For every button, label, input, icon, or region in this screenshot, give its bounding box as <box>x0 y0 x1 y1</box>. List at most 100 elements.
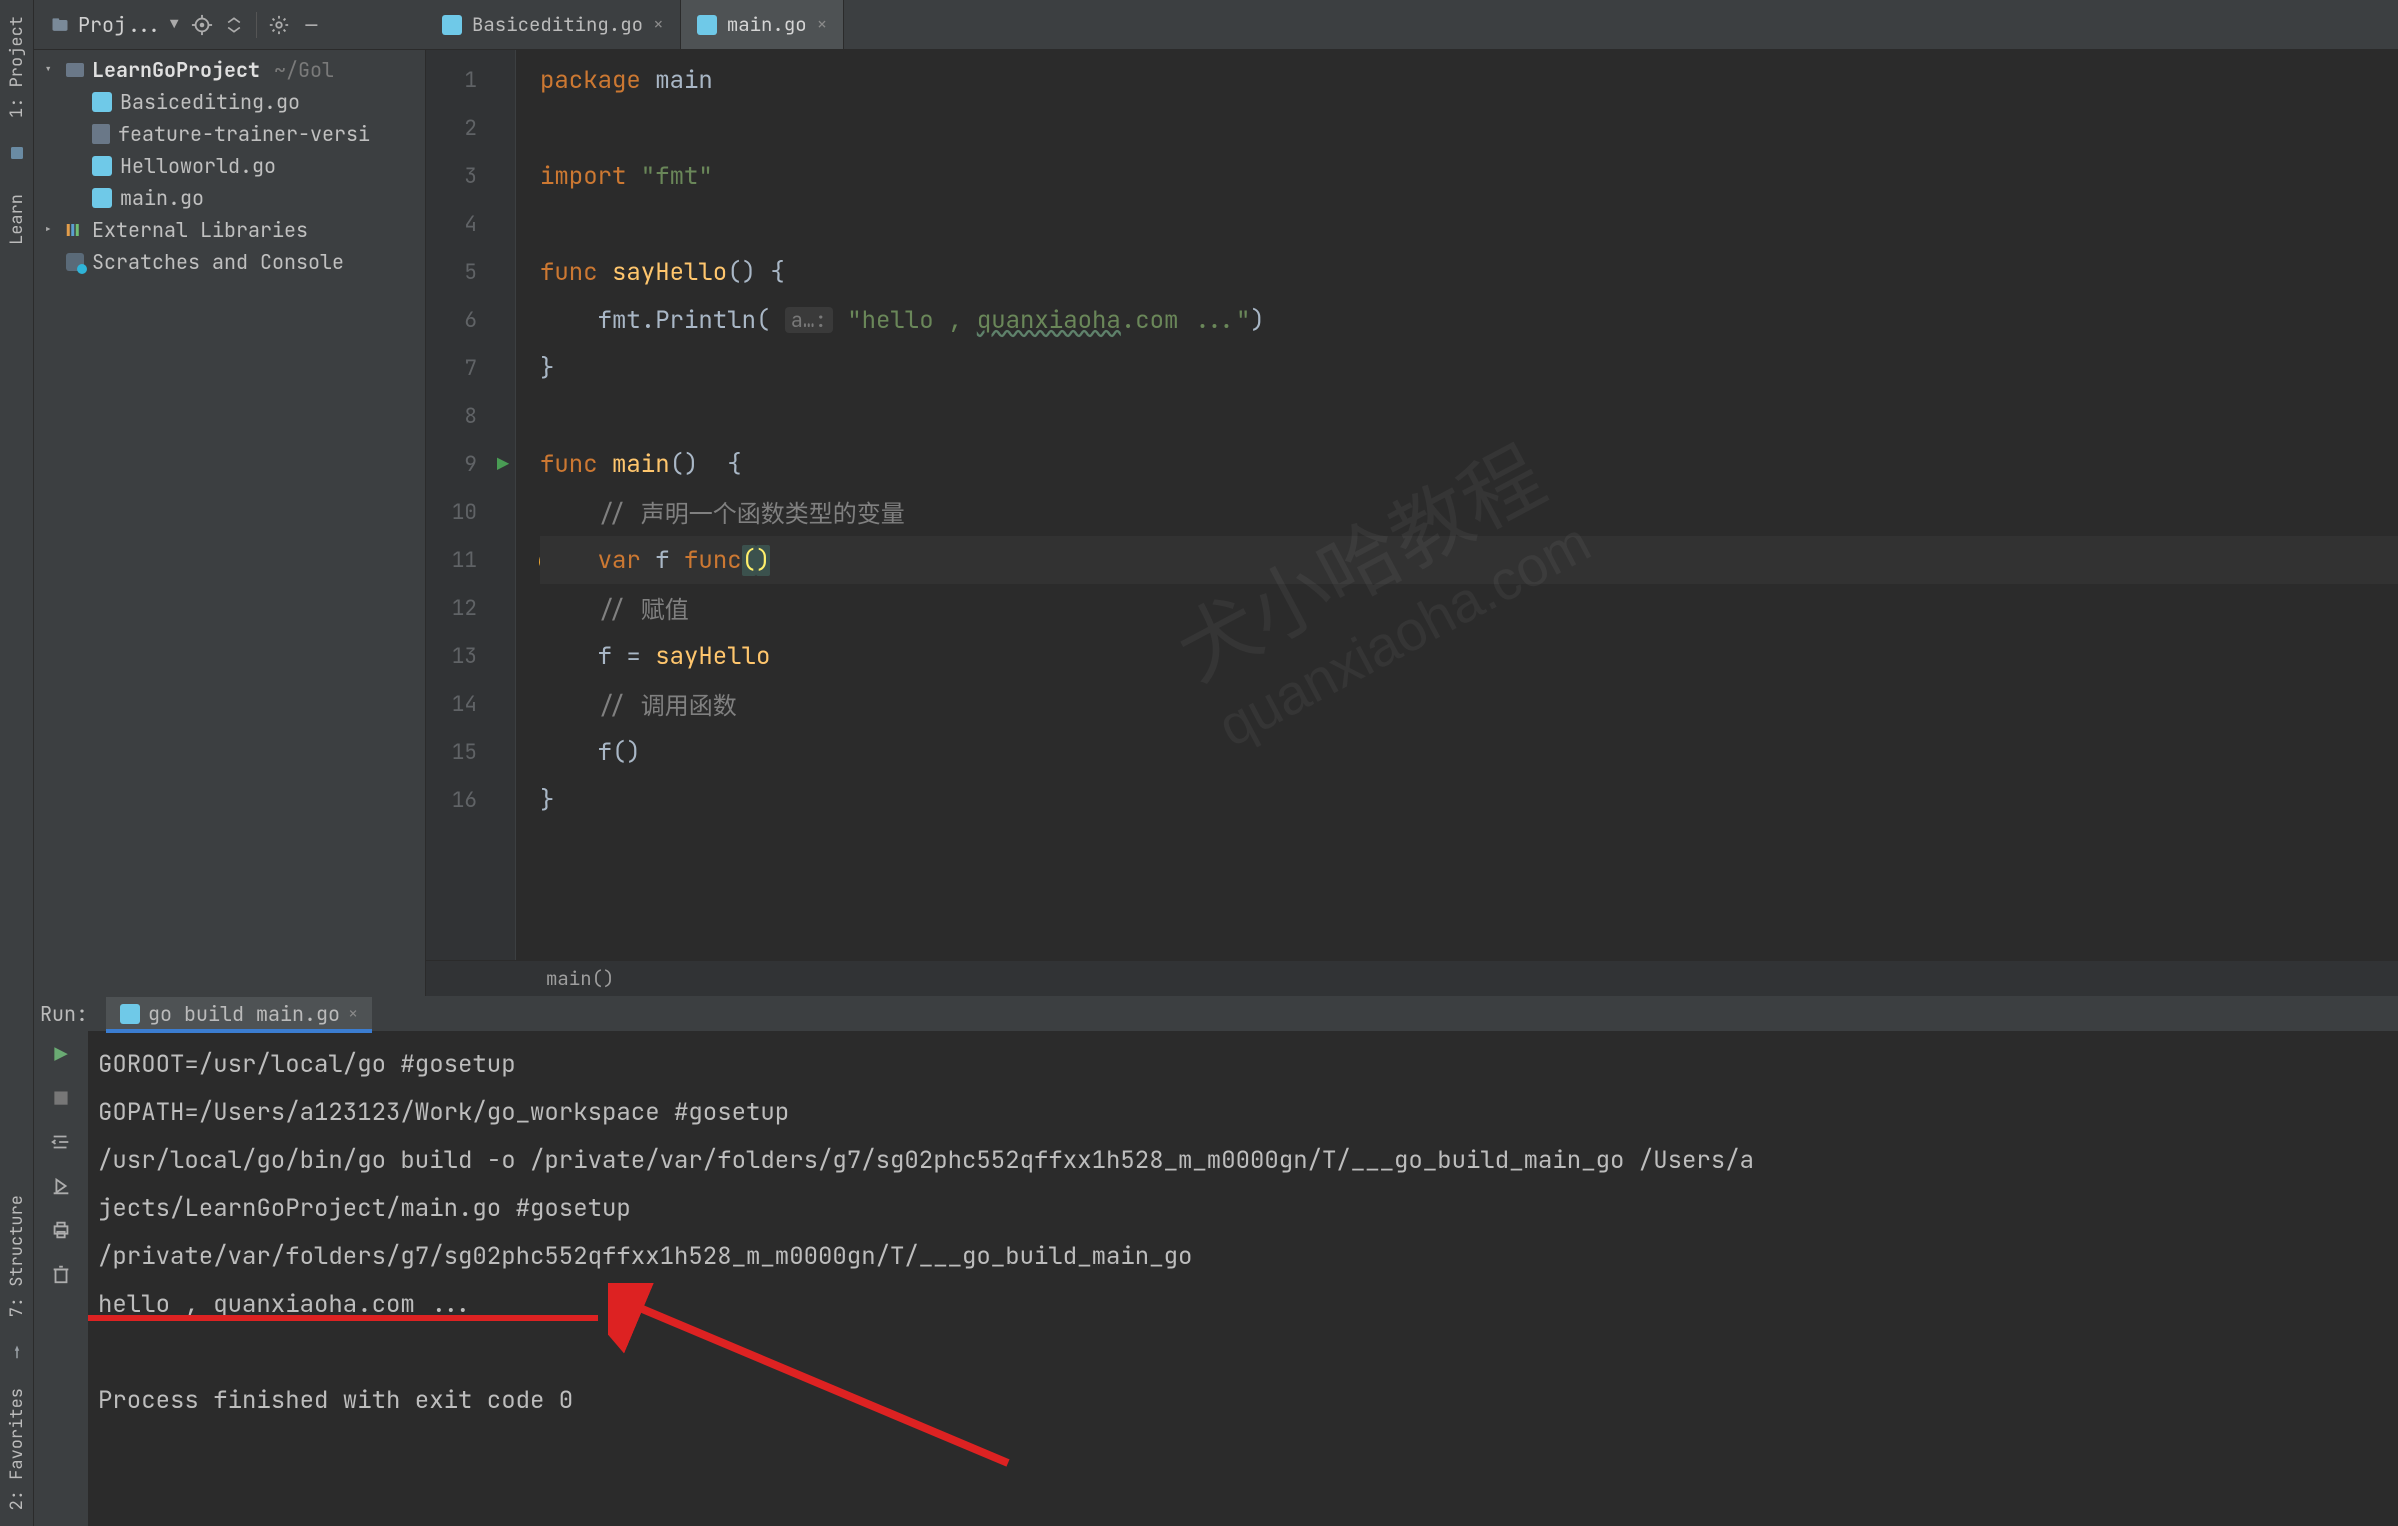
tree-file[interactable]: feature-trainer-versi <box>34 118 425 150</box>
project-view-combo[interactable]: Proj... ▼ <box>42 8 186 42</box>
code-line <box>540 200 2398 248</box>
gutter-line: 5 <box>426 248 515 296</box>
code-area[interactable]: package main import "fmt" func sayHello(… <box>516 50 2398 960</box>
chevron-down-icon: ▾ <box>44 61 58 79</box>
toolwindow-tab-structure[interactable]: 7: Structure <box>2 1179 32 1333</box>
toolwindow-tab-label: 2: Favorites <box>6 1388 28 1510</box>
run-panel-header: Run: go build main.go × <box>34 997 2398 1031</box>
project-path: ~/Gol <box>274 57 334 83</box>
breadcrumb[interactable]: main() <box>426 960 2398 996</box>
locate-button[interactable] <box>186 9 218 41</box>
scratch-icon <box>66 253 84 271</box>
project-toolbar: Proj... ▼ — <box>34 0 426 50</box>
gopher-icon <box>442 15 462 35</box>
close-icon[interactable]: × <box>817 13 828 36</box>
gutter-line: 4 <box>426 200 515 248</box>
tab-label: Basicediting.go <box>472 12 643 37</box>
toolwindow-tab-project[interactable]: 1: Project <box>2 0 32 134</box>
expand-all-button[interactable] <box>218 9 250 41</box>
soft-wrap-button[interactable] <box>46 1127 76 1157</box>
code-line: f() <box>540 728 2398 776</box>
file-label: main.go <box>120 185 204 211</box>
breadcrumb-item[interactable]: main() <box>546 966 614 991</box>
project-icon <box>50 15 70 35</box>
code-line <box>540 392 2398 440</box>
separator <box>256 12 257 38</box>
chevron-right-icon: ▸ <box>44 221 58 239</box>
code-line: func sayHello() { <box>540 248 2398 296</box>
print-button[interactable] <box>46 1215 76 1245</box>
code-line: func main() { <box>540 440 2398 488</box>
run-output[interactable]: GOROOT=/usr/local/go #gosetup GOPATH=/Us… <box>88 1031 2398 1526</box>
editor: 1 2 3 4 5 6 7 8 9▶ 10 11 12 13 14 <box>426 50 2398 996</box>
file-label: Basicediting.go <box>120 89 300 115</box>
gutter-line: 11 <box>426 536 515 584</box>
minimize-button[interactable]: — <box>295 9 327 41</box>
code-line: } <box>540 776 2398 824</box>
file-label: Helloworld.go <box>120 153 276 179</box>
rerun-button[interactable]: ▶ <box>46 1039 76 1069</box>
minimize-label: — <box>305 12 317 38</box>
code-line: // 调用函数 <box>540 680 2398 728</box>
gutter-line: 16 <box>426 776 515 824</box>
gopher-icon <box>697 15 717 35</box>
toolwindow-tab-pin-icon[interactable] <box>8 1334 26 1372</box>
run-config-tab[interactable]: go build main.go × <box>106 997 372 1031</box>
scratches-and-consoles[interactable]: Scratches and Console <box>34 246 425 278</box>
tree-file[interactable]: Helloworld.go <box>34 150 425 182</box>
close-icon[interactable]: × <box>348 1003 358 1025</box>
gutter-line: 12 <box>426 584 515 632</box>
gutter-line: 9▶ <box>426 440 515 488</box>
code-line: import "fmt" <box>540 152 2398 200</box>
close-icon[interactable]: × <box>653 13 664 36</box>
clear-all-button[interactable] <box>46 1259 76 1289</box>
tree-root[interactable]: ▾ LearnGoProject ~/Gol <box>34 54 425 86</box>
settings-button[interactable] <box>263 9 295 41</box>
annotation-arrow <box>608 1283 1028 1473</box>
code-line: package main <box>540 56 2398 104</box>
gutter-line: 10 <box>426 488 515 536</box>
project-view-label: Proj... <box>78 12 162 38</box>
chevron-down-icon: ▼ <box>170 16 178 34</box>
gutter-line: 2 <box>426 104 515 152</box>
code-line: } <box>540 344 2398 392</box>
toolwindow-tab-label: 1: Project <box>6 16 28 118</box>
external-libraries[interactable]: ▸ External Libraries <box>34 214 425 246</box>
gutter-line: 3 <box>426 152 515 200</box>
run-gutter-icon[interactable]: ▶ <box>497 451 509 477</box>
gopher-icon <box>120 1004 140 1024</box>
stop-button[interactable]: ■ <box>46 1083 76 1113</box>
toolwindow-tab-label: 7: Structure <box>6 1195 28 1317</box>
tab-main[interactable]: main.go × <box>681 0 845 49</box>
param-hint: a…: <box>785 307 833 333</box>
gopher-icon <box>92 92 112 112</box>
code-line-current: var f func() <box>540 536 2398 584</box>
toolwindow-tab-learn-icon[interactable] <box>8 134 26 178</box>
gutter-line: 13 <box>426 632 515 680</box>
tree-file[interactable]: main.go <box>34 182 425 214</box>
run-panel-title: Run: <box>40 1001 88 1027</box>
gutter-line: 15 <box>426 728 515 776</box>
gopher-icon <box>92 188 112 208</box>
project-tree[interactable]: ▾ LearnGoProject ~/Gol Basicediting.go f… <box>34 50 426 996</box>
folder-icon <box>66 63 84 77</box>
annotation-underline <box>88 1315 598 1321</box>
run-panel: Run: go build main.go × ▶ ■ <box>34 996 2398 1526</box>
editor-tabs: Basicediting.go × main.go × <box>426 0 2398 50</box>
file-icon <box>92 124 110 144</box>
file-label: feature-trainer-versi <box>118 121 370 147</box>
code-line: fmt.Println( a…: "hello , quanxiaoha.com… <box>540 296 2398 344</box>
scratches-label: Scratches and Console <box>92 249 344 275</box>
toolwindow-tab-favorites[interactable]: 2: Favorites <box>2 1372 32 1526</box>
gutter-line: 1 <box>426 56 515 104</box>
scroll-to-end-button[interactable] <box>46 1171 76 1201</box>
code-line <box>540 104 2398 152</box>
tree-file[interactable]: Basicediting.go <box>34 86 425 118</box>
tab-basicediting[interactable]: Basicediting.go × <box>426 0 681 49</box>
editor-gutter[interactable]: 1 2 3 4 5 6 7 8 9▶ 10 11 12 13 14 <box>426 50 516 960</box>
gutter-line: 7 <box>426 344 515 392</box>
library-icon <box>66 222 84 238</box>
run-tab-label: go build main.go <box>148 1001 340 1027</box>
code-line: f = sayHello <box>540 632 2398 680</box>
toolwindow-tab-learn[interactable]: Learn <box>2 178 32 261</box>
